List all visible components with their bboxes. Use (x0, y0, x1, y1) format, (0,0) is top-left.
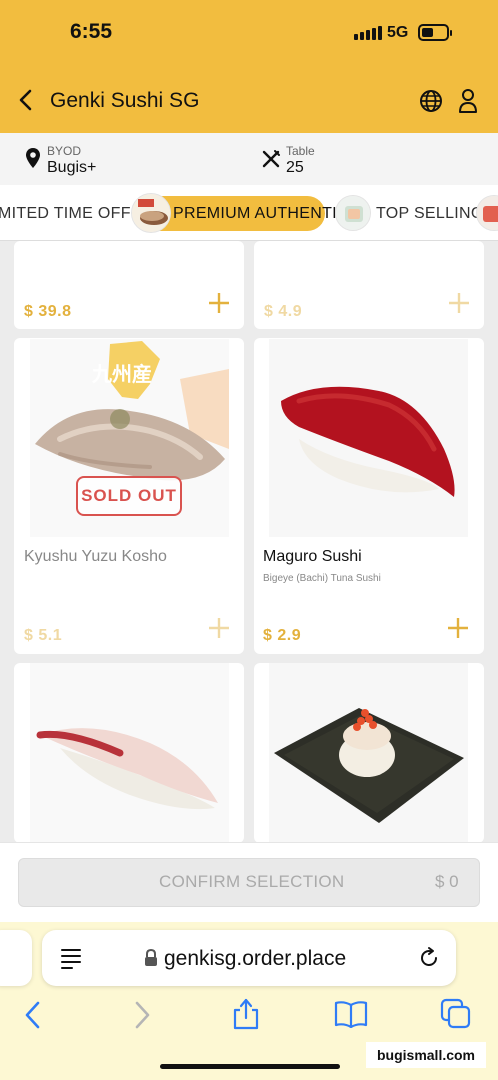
globe-icon[interactable] (418, 88, 444, 114)
plus-icon[interactable] (448, 292, 470, 314)
product-price: $ 4.9 (264, 303, 303, 320)
previous-tab-preview[interactable] (0, 930, 32, 986)
product-price: $ 2.9 (263, 627, 302, 644)
sold-out-badge: SOLD OUT (76, 476, 182, 516)
outlet-name: Bugis+ (47, 159, 97, 176)
bookmarks-icon[interactable] (334, 1000, 368, 1028)
tab-top-selling-thumbnail (335, 195, 371, 231)
tab-premium-thumbnail (131, 193, 171, 233)
url-text: genkisg.order.place (164, 947, 347, 970)
plus-icon[interactable] (208, 617, 230, 639)
signal-icon (354, 26, 382, 40)
product-price: $ 5.1 (24, 627, 63, 644)
table-label: Table (286, 144, 315, 158)
location-pin-icon (26, 148, 40, 168)
product-price: $ 39.8 (24, 303, 72, 320)
plus-icon[interactable] (447, 617, 469, 639)
product-image (269, 663, 468, 843)
home-indicator (160, 1064, 340, 1069)
table-number: 25 (286, 159, 304, 176)
lock-icon (145, 949, 157, 966)
watermark: bugismall.com (366, 1042, 486, 1068)
share-icon[interactable] (232, 996, 260, 1030)
page-title: Genki Sushi SG (50, 89, 200, 112)
mode-label: BYOD (47, 144, 82, 158)
tabs-icon[interactable] (440, 998, 472, 1030)
product-name: Maguro Sushi (263, 548, 362, 565)
reload-icon[interactable] (417, 946, 441, 970)
back-arrow-icon[interactable] (12, 86, 40, 114)
network-label: 5G (387, 24, 409, 41)
product-image (269, 339, 468, 537)
chevron-right-icon[interactable] (131, 1000, 153, 1030)
tab-premium-label: PREMIUM AUTHENTIC (173, 205, 349, 222)
product-image (30, 663, 229, 843)
user-icon[interactable] (457, 88, 479, 114)
cutlery-icon (262, 150, 280, 168)
confirm-selection-label: CONFIRM SELECTION (159, 872, 345, 891)
reader-icon[interactable] (60, 946, 82, 970)
status-time: 6:55 (70, 20, 113, 43)
product-description: Bigeye (Bachi) Tuna Sushi (263, 573, 381, 584)
selection-total: $ 0 (435, 872, 459, 891)
plus-icon[interactable] (208, 292, 230, 314)
kyushu-origin-logo-text: 九州産 (92, 364, 152, 386)
tab-top-selling[interactable]: TOP SELLING (376, 205, 484, 223)
chevron-left-icon[interactable] (22, 1000, 44, 1030)
product-name: Kyushu Yuzu Kosho (24, 548, 167, 565)
battery-icon (418, 24, 452, 41)
